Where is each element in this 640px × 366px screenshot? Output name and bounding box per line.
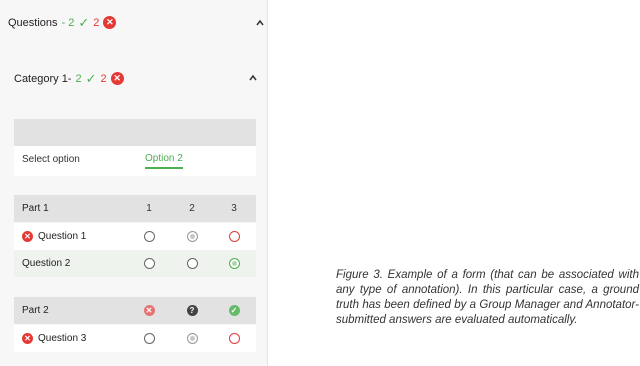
check-circle-icon: ✓ — [228, 304, 240, 316]
page: Questions - 2 ✓ 2 ✕ Category 1- 2 ✓ 2 ✕ … — [0, 0, 640, 366]
question-circle-icon: ? — [186, 304, 198, 316]
check-icon: ✓ — [85, 71, 97, 86]
question-2-text: Question 2 — [22, 258, 71, 269]
questions-wrong-count: 2 — [93, 16, 100, 29]
questions-prefix: - 2 — [61, 16, 75, 29]
x-circle-icon: ✕ — [143, 304, 155, 316]
select-option-value[interactable]: Option 2 — [145, 153, 183, 169]
radio-option-2[interactable] — [186, 230, 198, 242]
part2-label: Part 2 — [22, 305, 49, 316]
radio-option-3[interactable] — [228, 257, 240, 269]
questions-label: Questions — [8, 16, 58, 29]
category-label: Category 1- — [14, 72, 72, 85]
x-circle-icon: ✕ — [103, 16, 117, 29]
select-option-row: Select option Option 2 — [14, 146, 256, 176]
column-2-label: 2 — [189, 202, 195, 214]
part1-header-row: Part 1 1 2 3 — [14, 195, 256, 222]
column-1-label: 1 — [146, 202, 152, 214]
question-label: ✕ Question 3 — [22, 333, 86, 344]
section-bar — [14, 119, 256, 146]
radio-option-1[interactable] — [143, 332, 155, 344]
question-1-text: Question 1 — [38, 231, 87, 242]
radio-option-3[interactable] — [228, 230, 240, 242]
table-row: ✕ Question 3 — [14, 325, 256, 352]
form-panel: Questions - 2 ✓ 2 ✕ Category 1- 2 ✓ 2 ✕ … — [0, 0, 268, 366]
question-3-text: Question 3 — [38, 333, 87, 344]
category-correct-count: 2 — [75, 72, 82, 85]
radio-option-1[interactable] — [143, 230, 155, 242]
radio-option-2[interactable] — [186, 257, 198, 269]
column-3-label: 3 — [231, 202, 237, 214]
x-circle-icon: ✕ — [22, 333, 33, 344]
part1-label: Part 1 — [22, 203, 49, 214]
chevron-up-icon[interactable] — [255, 18, 265, 28]
radio-option-1[interactable] — [143, 257, 155, 269]
figure-caption: Figure 3. Example of a form (that can be… — [336, 269, 639, 326]
x-circle-icon: ✕ — [22, 231, 33, 242]
category-wrong-count: 2 — [100, 72, 107, 85]
table-row: ✕ Question 1 — [14, 223, 256, 250]
question-label: ✕ Question 1 — [22, 231, 86, 242]
select-option-label: Select option — [22, 154, 80, 165]
part2-header-row: Part 2 ✕ ? ✓ — [14, 297, 256, 324]
radio-option-3[interactable] — [228, 332, 240, 344]
chevron-up-icon[interactable] — [248, 73, 258, 83]
radio-option-2[interactable] — [186, 332, 198, 344]
category-header[interactable]: Category 1- 2 ✓ 2 ✕ — [14, 72, 124, 85]
check-icon: ✓ — [78, 15, 90, 30]
question-label: Question 2 — [22, 258, 70, 269]
table-row: Question 2 — [14, 250, 256, 277]
questions-header[interactable]: Questions - 2 ✓ 2 ✕ — [8, 15, 117, 30]
x-circle-icon: ✕ — [110, 72, 124, 85]
